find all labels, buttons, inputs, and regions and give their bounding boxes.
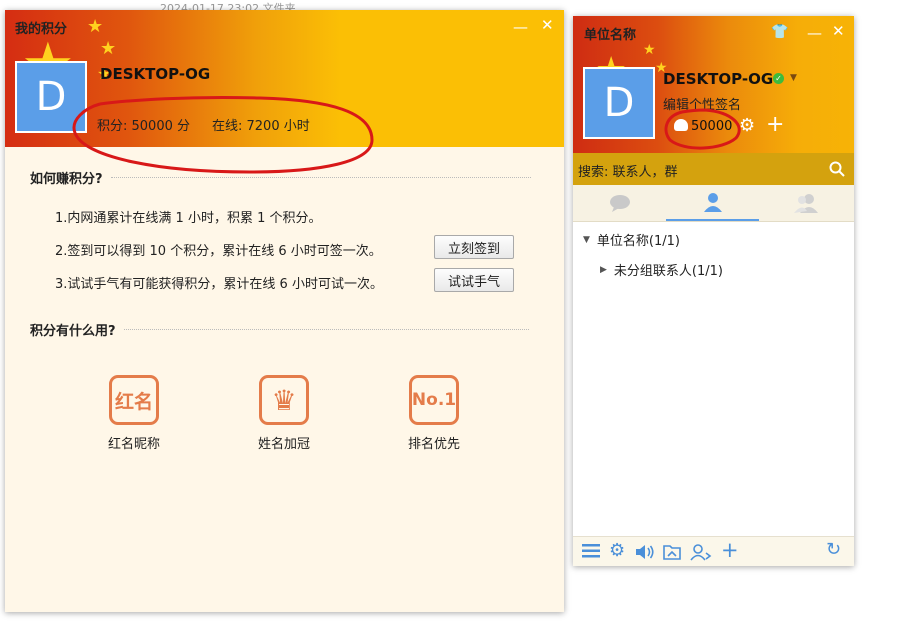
- search-input[interactable]: 搜索: 联系人，群: [578, 161, 678, 180]
- close-icon[interactable]: ✕: [541, 16, 554, 34]
- expanded-triangle-icon: ▼: [583, 234, 590, 245]
- rule-2: 2.签到可以得到 10 个积分，累计在线 6 小时可签一次。: [55, 244, 382, 259]
- tree-label: 单位名称(1/1): [596, 234, 680, 249]
- tree-group-root[interactable]: ▼ 单位名称(1/1): [583, 230, 680, 249]
- flag-star-icon: ★: [100, 38, 117, 59]
- chevron-down-icon[interactable]: ▼: [790, 73, 797, 83]
- use-label: 红名昵称: [107, 437, 160, 452]
- how-earn-heading: 如何赚积分?: [30, 168, 531, 187]
- plus-icon[interactable]: +: [766, 112, 784, 137]
- points-header: ★ ★ ★ ★ 我的积分 — ✕ D DESKTOP-OG 积分: 50000 …: [5, 10, 564, 147]
- crown-icon: ♛: [259, 375, 309, 425]
- bottom-toolbar: ⚙ + ↻: [573, 536, 854, 566]
- use-red-name[interactable]: 红名 红名昵称: [84, 375, 184, 452]
- volume-icon[interactable]: [635, 544, 655, 560]
- avatar: D: [15, 61, 87, 133]
- file-transfer-icon[interactable]: [663, 544, 681, 560]
- red-name-icon: 红名: [109, 375, 159, 425]
- online-status-icon[interactable]: ✓: [773, 73, 784, 84]
- close-icon[interactable]: ✕: [832, 22, 845, 40]
- minimize-icon[interactable]: —: [513, 18, 528, 36]
- rank-first-icon: No.1: [409, 375, 459, 425]
- rule-3: 3.试试手气有可能获得积分，累计在线 6 小时可试一次。: [55, 277, 383, 292]
- search-bar[interactable]: 搜索: 联系人，群: [573, 153, 854, 185]
- tree-group-ungrouped[interactable]: ▶ 未分组联系人(1/1): [600, 260, 723, 279]
- collapsed-triangle-icon: ▶: [600, 264, 607, 275]
- use-label: 排名优先: [407, 437, 460, 452]
- skin-icon[interactable]: 👕: [771, 24, 788, 40]
- flag-star-icon: ★: [87, 16, 104, 37]
- points-total: 积分: 50000 分: [97, 119, 190, 134]
- how-earn-heading-text: 如何赚积分?: [30, 172, 103, 187]
- flag-star-icon: ★: [643, 42, 656, 58]
- avatar[interactable]: D: [583, 67, 655, 139]
- plus-icon[interactable]: +: [721, 538, 739, 562]
- rule-1: 1.内网通累计在线满 1 小时，积累 1 个积分。: [55, 211, 322, 226]
- add-contact-icon[interactable]: [690, 544, 712, 561]
- chat-icon: [609, 195, 630, 212]
- divider: [110, 177, 531, 178]
- signature[interactable]: 编辑个性签名: [663, 94, 741, 113]
- settings-icon[interactable]: ⚙: [609, 540, 625, 561]
- main-header: ★ ★ ★ 单位名称 👕 — ✕ D DESKTOP-OG ✓ ▼ 编辑个性签名…: [573, 16, 854, 153]
- tab-contacts[interactable]: [666, 185, 759, 221]
- username: DESKTOP-OG: [100, 65, 211, 83]
- refresh-icon[interactable]: ↻: [826, 539, 841, 560]
- panel-tabs: [573, 185, 854, 222]
- uses-heading: 积分有什么用?: [30, 320, 529, 339]
- group-icon: [793, 194, 818, 213]
- points-window: ★ ★ ★ ★ 我的积分 — ✕ D DESKTOP-OG 积分: 50000 …: [5, 10, 564, 612]
- tab-messages[interactable]: [573, 185, 666, 221]
- points-value[interactable]: 50000: [691, 119, 732, 134]
- try-luck-button[interactable]: 试试手气: [434, 268, 514, 292]
- online-hours: 在线: 7200 小时: [212, 119, 310, 134]
- checkin-button[interactable]: 立刻签到: [434, 235, 514, 259]
- use-rank-first[interactable]: No.1 排名优先: [384, 375, 484, 452]
- main-panel: ★ ★ ★ 单位名称 👕 — ✕ D DESKTOP-OG ✓ ▼ 编辑个性签名…: [573, 16, 854, 566]
- minimize-icon[interactable]: —: [807, 24, 822, 42]
- gear-icon[interactable]: ⚙: [739, 115, 755, 136]
- use-label: 姓名加冠: [257, 437, 310, 452]
- username: DESKTOP-OG: [663, 70, 774, 88]
- points-icon: [674, 119, 688, 131]
- tab-groups[interactable]: [759, 185, 852, 221]
- menu-icon[interactable]: [582, 544, 600, 558]
- contact-icon: [703, 193, 722, 212]
- tree-label: 未分组联系人(1/1): [613, 264, 723, 279]
- search-icon[interactable]: [829, 161, 845, 177]
- use-crown[interactable]: ♛ 姓名加冠: [234, 375, 334, 452]
- uses-heading-text: 积分有什么用?: [30, 324, 116, 339]
- org-title: 单位名称: [584, 28, 637, 43]
- divider: [123, 329, 529, 330]
- window-title: 我的积分: [15, 22, 68, 37]
